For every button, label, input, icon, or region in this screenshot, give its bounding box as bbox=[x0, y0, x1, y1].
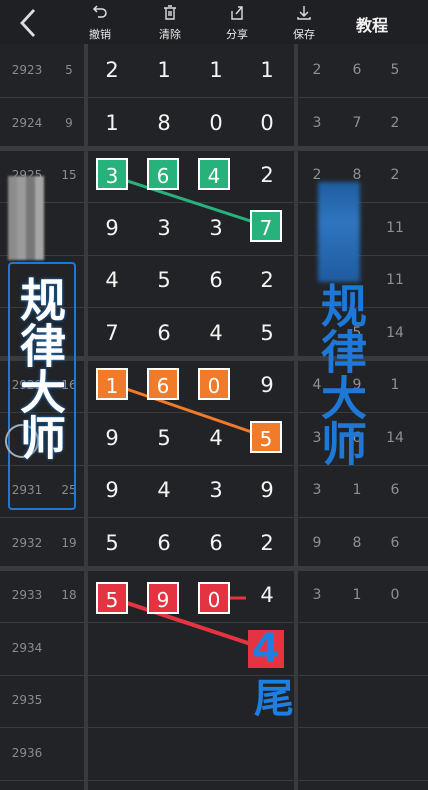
tail-label: 尾 bbox=[254, 676, 294, 722]
red-connector bbox=[111, 596, 267, 651]
highlight-mark: 6 bbox=[147, 158, 179, 190]
highlight-mark: 9 bbox=[147, 582, 179, 614]
highlight-mark: 0 bbox=[198, 582, 230, 614]
tail-number: 4 bbox=[248, 629, 284, 669]
green-connector bbox=[111, 174, 267, 228]
highlight-mark: 1 bbox=[96, 368, 128, 400]
highlight-mark: 5 bbox=[250, 421, 282, 453]
highlight-mark: 5 bbox=[96, 582, 128, 614]
highlight-mark: 3 bbox=[96, 158, 128, 190]
mosaic-blur bbox=[318, 182, 360, 282]
highlight-mark: 7 bbox=[250, 210, 282, 242]
mosaic-blur bbox=[8, 176, 44, 260]
watermark-right: 规律大师 bbox=[314, 282, 368, 466]
orange-connector bbox=[111, 382, 267, 439]
highlight-mark: 4 bbox=[198, 158, 230, 190]
watermark-left: 规律大师 bbox=[13, 276, 67, 460]
highlight-mark: 6 bbox=[147, 368, 179, 400]
highlight-mark: 0 bbox=[198, 368, 230, 400]
